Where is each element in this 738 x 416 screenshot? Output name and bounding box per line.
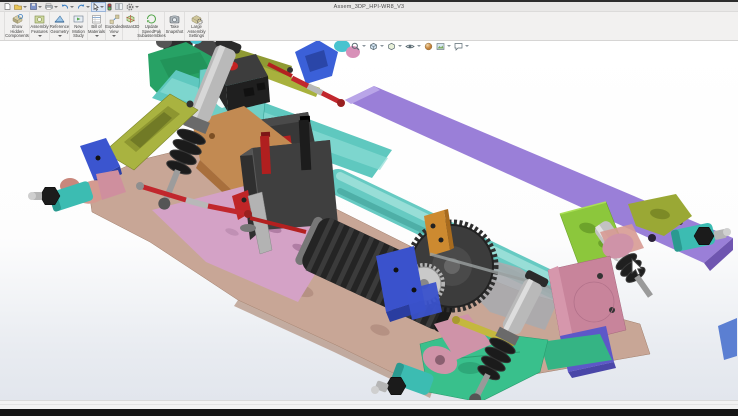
dropdown-caret (95, 35, 99, 37)
graphics-viewport[interactable] (0, 40, 738, 400)
ribbon-button-assembly-features[interactable]: Assembly Features (30, 12, 50, 40)
view-orientation-icon[interactable] (369, 42, 384, 51)
window-bottom-edge (0, 409, 738, 416)
quick-access-toolbar (0, 3, 140, 11)
ribbon-button-large-assembly-settings[interactable]: Large Assembly Settings (185, 12, 209, 40)
undo-icon[interactable] (60, 3, 75, 11)
rebuild-icon[interactable] (106, 3, 113, 11)
apply-scene-icon[interactable] (436, 42, 451, 51)
select-tool-icon[interactable] (92, 3, 105, 11)
command-manager-ribbon: Show Hidden Components Assembly Features… (0, 12, 738, 41)
ribbon-button-take-snapshot[interactable]: Take Snapshot (165, 12, 185, 40)
part-right-edge-mount[interactable] (718, 318, 737, 360)
options-gear-icon[interactable] (125, 3, 140, 11)
ribbon-button-reference-geometry[interactable]: Reference Geometry (50, 12, 70, 40)
dropdown-caret (112, 35, 116, 37)
file-properties-icon[interactable] (114, 3, 124, 11)
ribbon-button-bill-of-materials[interactable]: Bill of Materials (88, 12, 106, 40)
viewport-3d-model[interactable] (0, 0, 738, 416)
zoom-to-fit-icon[interactable] (351, 42, 366, 51)
status-bar (0, 400, 738, 409)
title-bar: Assem_3DP_HPI-WR8_V3 (0, 2, 738, 12)
dropdown-caret (38, 35, 42, 37)
view-settings-icon[interactable] (454, 42, 469, 51)
save-icon[interactable] (29, 3, 43, 11)
redo-icon[interactable] (76, 3, 91, 11)
ribbon-button-show-hidden-components[interactable]: Show Hidden Components (5, 12, 30, 40)
heads-up-view-toolbar (351, 41, 469, 51)
ribbon-button-new-motion-study[interactable]: New Motion Study (70, 12, 88, 40)
dropdown-caret (58, 35, 62, 37)
hide-show-items-icon[interactable] (405, 42, 421, 51)
ribbon-button-exploded-view[interactable]: Exploded View (106, 12, 123, 40)
ribbon-button-update-speedpak[interactable]: Update SpeedPak Subassemblies (139, 12, 165, 40)
open-file-icon[interactable] (13, 3, 28, 11)
display-style-icon[interactable] (387, 42, 402, 51)
print-icon[interactable] (44, 3, 59, 11)
edit-appearance-icon[interactable] (424, 42, 433, 51)
new-file-icon[interactable] (3, 3, 12, 11)
